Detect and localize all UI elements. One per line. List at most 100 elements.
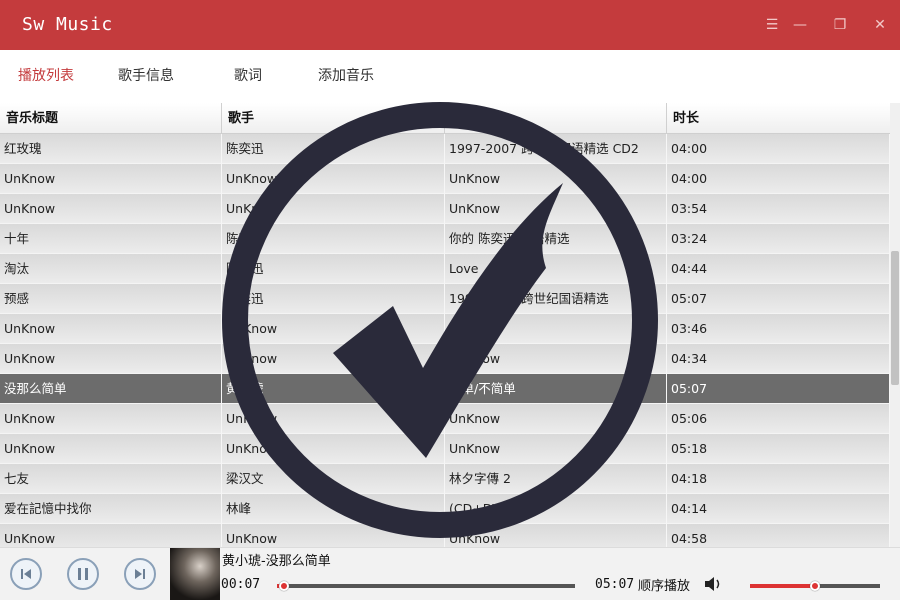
artist-cell: UnKnow	[222, 404, 445, 434]
song-title-cell: 爱在記憶中找你	[0, 494, 222, 524]
duration-cell: 05:07	[667, 284, 890, 314]
song-title-cell: UnKnow	[0, 434, 222, 464]
album-cell: 1997-2007 跨世纪国语精选	[445, 284, 667, 314]
duration-cell: 04:58	[667, 524, 890, 547]
artist-cell: 黄小琥	[222, 374, 445, 404]
previous-button[interactable]	[10, 558, 42, 590]
table-row[interactable]: 七友 梁汉文 林夕字傳 2 04:18	[0, 464, 890, 494]
song-title-cell: UnKnow	[0, 194, 222, 224]
pause-icon	[78, 568, 88, 580]
column-header-artist[interactable]: 歌手	[222, 103, 445, 134]
song-title-cell: UnKnow	[0, 524, 222, 547]
tab-artist-info[interactable]: 歌手信息	[118, 65, 174, 85]
column-header-duration[interactable]: 时长	[667, 103, 890, 134]
table-row[interactable]: UnKnow UnKnow UnKnow 04:00	[0, 164, 890, 194]
table-row[interactable]: UnKnow UnKnow UnKnow 04:58	[0, 524, 890, 547]
artist-cell: UnKnow	[222, 524, 445, 547]
duration-cell: 04:00	[667, 164, 890, 194]
volume-fill	[750, 584, 815, 588]
table-row[interactable]: 爱在記憶中找你 林峰 (CD+DVD) 04:14	[0, 494, 890, 524]
album-cell: UnKnow	[445, 194, 667, 224]
table-row[interactable]: 淘汰 陈奕迅 Love 04:44	[0, 254, 890, 284]
album-cell: UnKnow	[445, 434, 667, 464]
tab-add-music[interactable]: 添加音乐	[318, 65, 374, 85]
album-cell: Love	[445, 254, 667, 284]
artist-cell: 陈奕迅	[222, 254, 445, 284]
progress-slider[interactable]	[277, 581, 575, 591]
album-cell: 1997-2007 跨世纪国语精选 CD2	[445, 134, 667, 164]
duration-cell: 04:18	[667, 464, 890, 494]
previous-icon	[21, 569, 31, 579]
total-time: 05:07	[595, 577, 635, 592]
song-title-cell: UnKnow	[0, 164, 222, 194]
play-mode-button[interactable]: 顺序播放	[638, 575, 690, 594]
column-header-album[interactable]	[445, 103, 667, 134]
next-button[interactable]	[124, 558, 156, 590]
table-header: 音乐标题 歌手 时长	[0, 103, 890, 134]
scrollbar-thumb[interactable]	[891, 251, 899, 385]
table-row[interactable]: UnKnow UnKnow UnKnow 04:34	[0, 344, 890, 374]
artist-cell: UnKnow	[222, 344, 445, 374]
duration-cell: 04:44	[667, 254, 890, 284]
volume-slider[interactable]	[750, 581, 880, 591]
duration-cell: 05:06	[667, 404, 890, 434]
table-row[interactable]: 十年 陈奕迅 你的 陈奕迅 国语精选 03:24	[0, 224, 890, 254]
close-icon[interactable]: ✕	[871, 16, 889, 34]
table-row[interactable]: UnKnow UnKnow UnKnow 03:54	[0, 194, 890, 224]
now-playing-title: 黄小琥-没那么简单	[222, 554, 331, 569]
duration-cell: 04:34	[667, 344, 890, 374]
album-cell: UnKnow	[445, 404, 667, 434]
duration-cell: 05:07	[667, 374, 890, 404]
table-row[interactable]: UnKnow UnKnow UnKnow 05:06	[0, 404, 890, 434]
playlist-table: 音乐标题 歌手 时长 红玫瑰 陈奕迅 1997-2007 跨世纪国语精选 CD2 04…	[0, 103, 890, 547]
artist-cell: 梁汉文	[222, 464, 445, 494]
table-row[interactable]: UnKnow UnKnow UnKnow 03:46	[0, 314, 890, 344]
vertical-scrollbar[interactable]	[890, 103, 900, 547]
artist-cell: UnKnow	[222, 194, 445, 224]
menu-icon[interactable]: ☰	[763, 16, 781, 34]
artist-cell: UnKnow	[222, 164, 445, 194]
song-title-cell: 十年	[0, 224, 222, 254]
app-title: Sw Music	[22, 14, 113, 35]
artist-cell: 林峰	[222, 494, 445, 524]
song-title-cell: UnKnow	[0, 344, 222, 374]
table-row[interactable]: UnKnow UnKnow UnKnow 05:18	[0, 434, 890, 464]
album-cell: UnKnow	[445, 164, 667, 194]
volume-icon[interactable]	[704, 575, 724, 593]
duration-cell: 03:46	[667, 314, 890, 344]
artist-cell: UnKnow	[222, 434, 445, 464]
song-title-cell: 淘汰	[0, 254, 222, 284]
duration-cell: 03:24	[667, 224, 890, 254]
tab-playlist[interactable]: 播放列表	[18, 65, 74, 85]
song-title-cell: 七友	[0, 464, 222, 494]
current-time: 00:07	[221, 577, 261, 592]
album-cover	[170, 548, 220, 600]
album-cell: (CD+DVD)	[445, 494, 667, 524]
pause-button[interactable]	[67, 558, 99, 590]
progress-handle[interactable]	[278, 581, 289, 591]
minimize-icon[interactable]: —	[791, 16, 809, 34]
restore-icon[interactable]: ❐	[831, 16, 849, 34]
table-row[interactable]: 红玫瑰 陈奕迅 1997-2007 跨世纪国语精选 CD2 04:00	[0, 134, 890, 164]
artist-cell: UnKnow	[222, 314, 445, 344]
album-cell: 你的 陈奕迅 国语精选	[445, 224, 667, 254]
duration-cell: 03:54	[667, 194, 890, 224]
album-cell: UnKnow	[445, 314, 667, 344]
album-cell: 简单/不简单	[445, 374, 667, 404]
menu-bar: 播放列表 歌手信息 歌词 添加音乐	[0, 50, 900, 103]
column-header-title[interactable]: 音乐标题	[0, 103, 222, 134]
table-row[interactable]: 预感 陈奕迅 1997-2007 跨世纪国语精选 05:07	[0, 284, 890, 314]
player-bar: 黄小琥-没那么简单 00:07 05:07 顺序播放	[0, 547, 900, 600]
duration-cell: 04:14	[667, 494, 890, 524]
artist-cell: 陈奕迅	[222, 224, 445, 254]
song-title-cell: 没那么简单	[0, 374, 222, 404]
album-cell: UnKnow	[445, 524, 667, 547]
duration-cell: 04:00	[667, 134, 890, 164]
table-row[interactable]: 没那么简单 黄小琥 简单/不简单 05:07	[0, 374, 890, 404]
song-title-cell: UnKnow	[0, 314, 222, 344]
song-title-cell: 预感	[0, 284, 222, 314]
tab-lyrics[interactable]: 歌词	[234, 65, 262, 85]
next-icon	[135, 569, 145, 579]
duration-cell: 05:18	[667, 434, 890, 464]
volume-handle[interactable]	[810, 581, 820, 591]
